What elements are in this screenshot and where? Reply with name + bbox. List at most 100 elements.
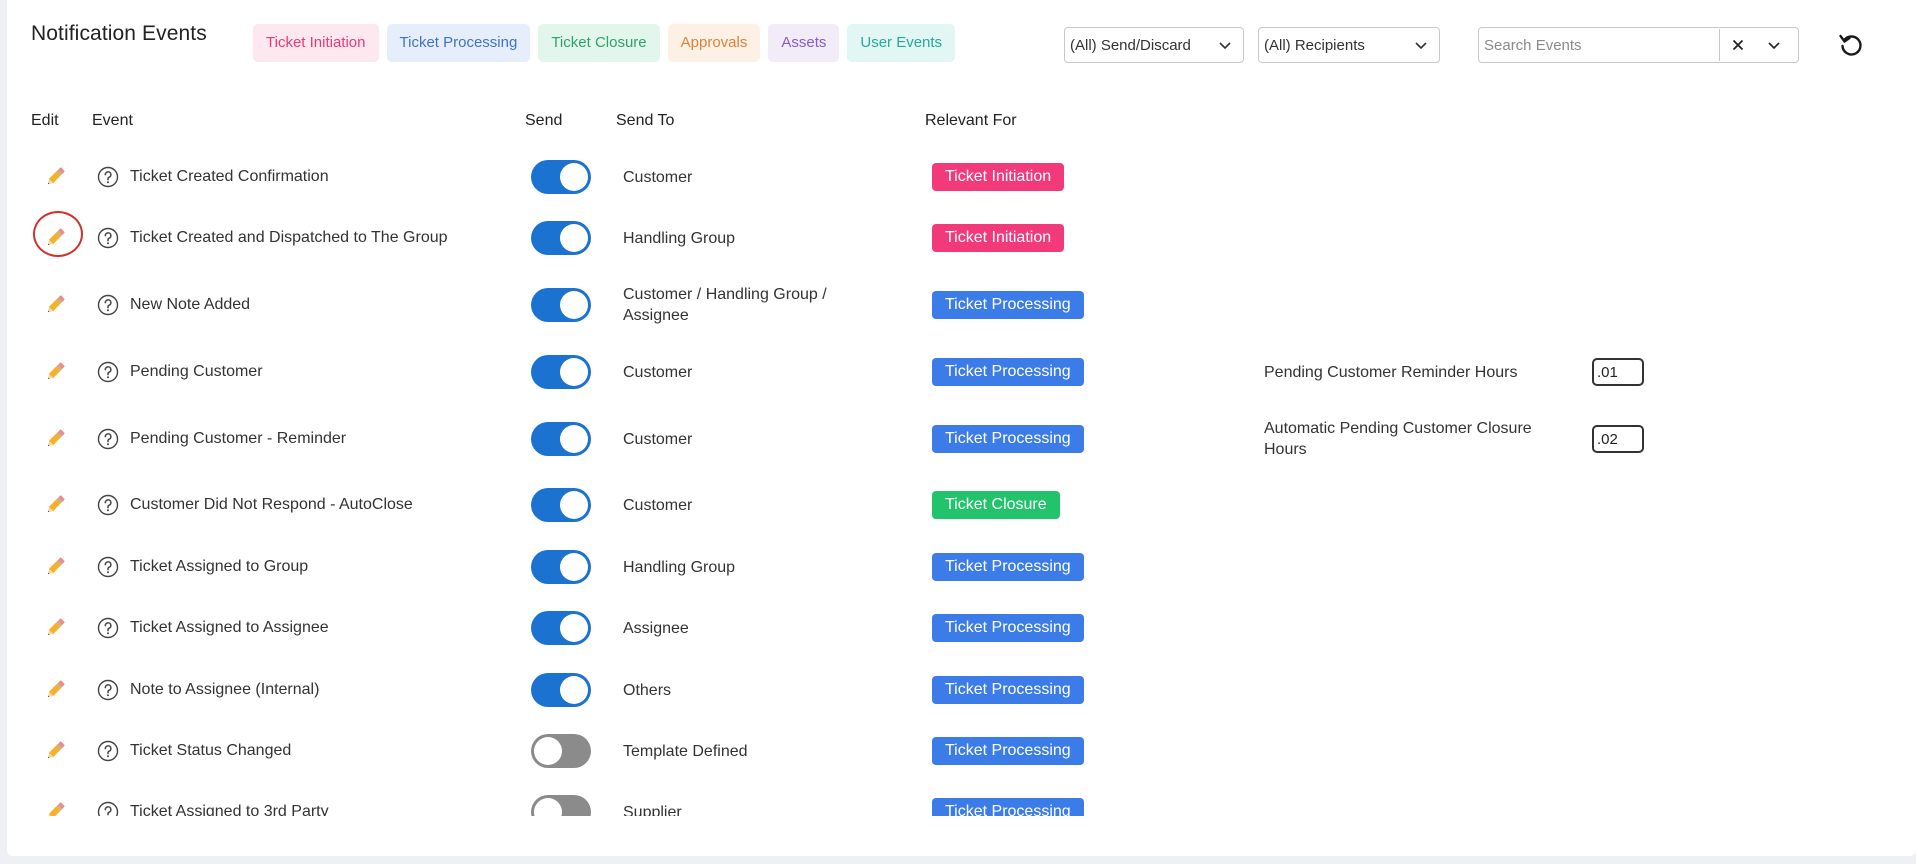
send-toggle[interactable] (531, 288, 591, 322)
send-toggle[interactable] (531, 221, 591, 255)
toggle-knob (534, 798, 562, 816)
recipients-dropdown[interactable]: (All) Recipients (1258, 27, 1440, 63)
relevant-for-badge: Ticket Processing (932, 614, 1084, 642)
pencil-icon[interactable] (43, 616, 67, 640)
column-header-edit: Edit (31, 112, 59, 129)
parameter-input[interactable] (1592, 358, 1644, 386)
question-circle-icon[interactable] (97, 801, 119, 816)
refresh-icon[interactable] (1837, 31, 1865, 59)
toggle-knob (560, 224, 588, 252)
send-to: Customer (623, 169, 693, 186)
event-name: Ticket Status Changed (130, 742, 292, 759)
events-table-body: Ticket Created Confirmation Customer Ticke… (7, 140, 1916, 816)
filter-chip-ticket-closure[interactable]: Ticket Closure (538, 24, 660, 62)
relevant-for-badge: Ticket Processing (932, 798, 1084, 816)
toggle-knob (560, 291, 588, 319)
filter-chip-assets[interactable]: Assets (768, 24, 840, 62)
filter-chip-approvals[interactable]: Approvals (667, 24, 761, 62)
search-input[interactable] (1479, 29, 1720, 61)
relevant-for-badge: Ticket Processing (932, 291, 1084, 319)
relevant-for-badge: Ticket Processing (932, 676, 1084, 704)
filter-chip-ticket-initiation[interactable]: Ticket Initiation (253, 24, 379, 62)
relevant-for-badge: Ticket Processing (932, 358, 1084, 386)
parameter-label: Automatic Pending Customer Closure Hours (1264, 420, 1532, 458)
send-to: Assignee (623, 620, 689, 637)
relevant-for-badge: Ticket Initiation (932, 224, 1065, 252)
send-toggle[interactable] (531, 355, 591, 389)
relevant-for-badge: Ticket Closure (932, 491, 1060, 519)
table-row: Customer Did Not Respond - AutoClose Cust… (7, 475, 1916, 535)
send-toggle[interactable] (531, 734, 591, 768)
chevron-down-icon (1219, 42, 1231, 50)
pencil-icon[interactable] (43, 493, 67, 517)
table-row: Ticket Assigned to Assignee Assignee Ticke… (7, 598, 1916, 658)
notification-events-panel: Notification Events Ticket Initiation Tic… (7, 0, 1916, 856)
send-toggle[interactable] (531, 160, 591, 194)
pencil-icon[interactable] (43, 555, 67, 579)
send-toggle[interactable] (531, 488, 591, 522)
send-toggle[interactable] (531, 422, 591, 456)
column-header-event: Event (92, 112, 133, 129)
send-to: Customer (623, 497, 693, 514)
pencil-icon[interactable] (43, 165, 67, 189)
column-header-send: Send (525, 112, 563, 129)
table-row: Ticket Created and Dispatched to The Gro… (7, 208, 1916, 268)
question-circle-icon[interactable] (97, 556, 119, 578)
send-toggle[interactable] (531, 795, 591, 816)
pencil-icon[interactable] (43, 739, 67, 763)
close-icon (1732, 39, 1744, 51)
send-discard-dropdown[interactable]: (All) Send/Discard (1064, 27, 1244, 63)
question-circle-icon[interactable] (97, 494, 119, 516)
send-toggle[interactable] (531, 673, 591, 707)
pencil-icon[interactable] (43, 800, 67, 816)
search-events-box (1478, 27, 1799, 63)
page-title: Notification Events (31, 22, 207, 45)
column-header-send-to: Send To (616, 112, 675, 129)
event-name: Pending Customer (130, 363, 263, 380)
question-circle-icon[interactable] (97, 227, 119, 249)
parameter-input[interactable] (1592, 425, 1644, 453)
send-to: Supplier (623, 804, 682, 816)
chevron-down-icon (1768, 42, 1780, 50)
question-circle-icon[interactable] (97, 679, 119, 701)
question-circle-icon[interactable] (97, 740, 119, 762)
question-circle-icon[interactable] (97, 428, 119, 450)
filter-chip-ticket-processing[interactable]: Ticket Processing (386, 24, 531, 62)
send-toggle[interactable] (531, 550, 591, 584)
toggle-knob (560, 358, 588, 386)
question-circle-icon[interactable] (97, 617, 119, 639)
filter-chip-user-events[interactable]: User Events (847, 24, 956, 62)
event-name: Ticket Assigned to Assignee (130, 619, 329, 636)
event-name: Ticket Assigned to Group (130, 558, 309, 575)
pencil-icon[interactable] (43, 678, 67, 702)
event-name: New Note Added (130, 296, 251, 313)
relevant-for-badge: Ticket Processing (932, 425, 1084, 453)
table-row: Pending Customer - Reminder Customer Ticke… (7, 409, 1916, 469)
pencil-icon[interactable] (43, 293, 67, 317)
event-name: Ticket Assigned to 3rd Party (130, 803, 329, 816)
question-circle-icon[interactable] (97, 361, 119, 383)
recipients-value: (All) Recipients (1264, 36, 1365, 54)
relevant-for-badge: Ticket Processing (932, 553, 1084, 581)
send-to: Template Defined (623, 743, 748, 760)
category-filter-chips: Ticket Initiation Ticket Processing Ticket… (253, 24, 956, 62)
chevron-down-icon (1415, 42, 1427, 50)
pencil-icon[interactable] (43, 427, 67, 451)
event-name: Ticket Created and Dispatched to The Gro… (130, 229, 448, 246)
pencil-icon[interactable] (43, 360, 67, 384)
send-to: Handling Group (623, 230, 736, 247)
event-name: Note to Assignee (Internal) (130, 681, 320, 698)
send-to: Customer (623, 364, 693, 381)
send-toggle[interactable] (531, 611, 591, 645)
clear-search-button[interactable] (1720, 28, 1756, 62)
send-discard-value: (All) Send/Discard (1070, 36, 1191, 54)
question-circle-icon[interactable] (97, 294, 119, 316)
toggle-knob (534, 737, 562, 765)
table-row: Note to Assignee (Internal) Others Ticket … (7, 660, 1916, 720)
pencil-icon[interactable] (43, 226, 67, 250)
table-row: Ticket Created Confirmation Customer Ticke… (7, 147, 1916, 207)
toggle-knob (560, 553, 588, 581)
table-row: Ticket Assigned to 3rd Party Supplier Tick… (7, 782, 1916, 816)
question-circle-icon[interactable] (97, 166, 119, 188)
search-expand-button[interactable] (1756, 28, 1792, 62)
